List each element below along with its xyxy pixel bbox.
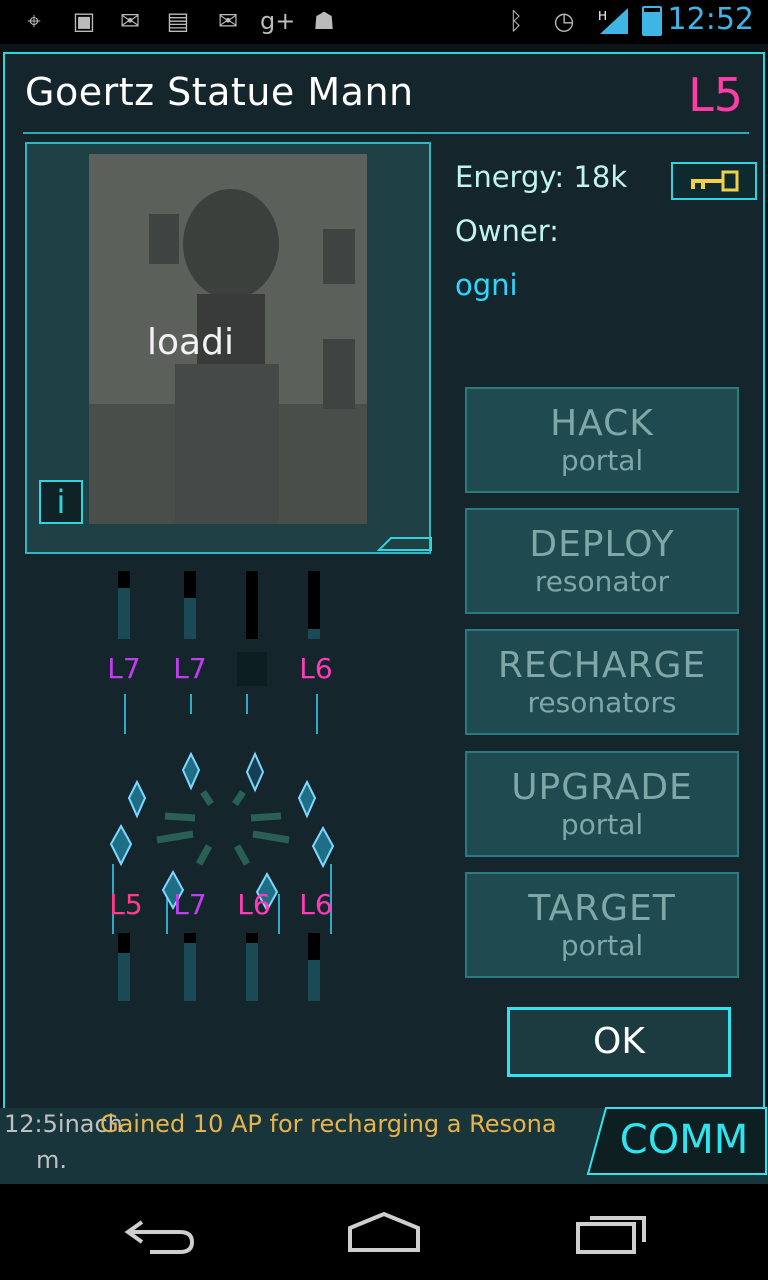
action-sublabel: portal xyxy=(560,929,644,962)
status-bar: ⌖ ▣ ✉ ▤ ✉ g+ ☗ ᛒ ◷ H 12:52 xyxy=(0,0,768,44)
resonator-energy-bar xyxy=(117,570,131,640)
portal-level: L5 xyxy=(688,68,743,122)
resonator-energy-bar xyxy=(117,932,131,1002)
gmail-icon: ✉ xyxy=(119,7,141,35)
action-label: DEPLOY xyxy=(529,524,675,565)
action-sublabel: portal xyxy=(560,444,644,477)
action-label: RECHARGE xyxy=(497,645,707,686)
resonator-level-label: L7 xyxy=(107,652,141,685)
resonator-level-label: L7 xyxy=(173,888,207,921)
gmail-icon: ✉ xyxy=(217,7,239,35)
action-sublabel: resonator xyxy=(534,565,670,598)
deploy-resonator-button[interactable]: DEPLOY resonator xyxy=(465,508,739,614)
android-icon: ☗ xyxy=(313,7,335,35)
key-icon xyxy=(691,170,739,192)
signal-icon: H xyxy=(598,8,628,34)
resonator-energy-bar xyxy=(307,932,321,1002)
target-portal-button[interactable]: TARGET portal xyxy=(465,872,739,978)
portal-dialog: Goertz Statue Mann L5 loadi i Energy: 18… xyxy=(3,52,765,1112)
resonator-energy-bar xyxy=(245,570,259,640)
resonator-energy-bar xyxy=(183,570,197,640)
action-label: HACK xyxy=(550,403,654,444)
action-sublabel: portal xyxy=(560,808,644,841)
clock: 12:52 xyxy=(667,2,754,37)
resonator-level-label: L5 xyxy=(109,888,143,921)
recent-apps-icon[interactable] xyxy=(572,1208,652,1256)
resonator-energy-bar xyxy=(183,932,197,1002)
comm-message: Gained 10 AP for recharging a Resona xyxy=(100,1110,557,1138)
recharge-resonators-button[interactable]: RECHARGE resonators xyxy=(465,629,739,735)
energy-label: Energy: xyxy=(455,160,565,194)
signal-network-label: H xyxy=(598,9,607,23)
owner-label: Owner: xyxy=(455,214,559,248)
comm-button[interactable]: COMM xyxy=(600,1106,768,1174)
resonator-level-label: L7 xyxy=(173,652,207,685)
title-divider xyxy=(23,132,749,134)
resonator-crystal xyxy=(181,751,201,791)
alarm-icon: ◷ xyxy=(553,7,575,35)
resonator-energy-bar xyxy=(307,570,321,640)
frame-corner-accent xyxy=(377,537,432,551)
empty-resonator-slot xyxy=(237,652,267,686)
energy-value: 18k xyxy=(573,160,628,194)
home-icon[interactable] xyxy=(344,1208,424,1256)
gps-icon: ⌖ xyxy=(27,7,41,35)
owner-name[interactable]: ogni xyxy=(455,268,518,302)
energy-readout: Energy: 18k xyxy=(455,160,627,194)
ok-button[interactable]: OK xyxy=(507,1007,731,1077)
resonator-level-label: L6 xyxy=(299,888,333,921)
info-button[interactable]: i xyxy=(39,480,83,524)
action-label: TARGET xyxy=(528,888,676,929)
talk-icon: ▤ xyxy=(166,7,190,35)
loading-text: loadi xyxy=(147,322,234,363)
portal-image-frame[interactable]: loadi i xyxy=(25,142,431,554)
action-sublabel: resonators xyxy=(527,686,677,719)
google-plus-icon: g+ xyxy=(260,7,296,35)
upgrade-portal-button[interactable]: UPGRADE portal xyxy=(465,751,739,857)
navigation-bar xyxy=(0,1184,768,1280)
resonator-level-label: L6 xyxy=(237,888,271,921)
action-label: UPGRADE xyxy=(511,767,693,808)
gallery-icon: ▣ xyxy=(72,7,96,35)
bluetooth-icon: ᛒ xyxy=(508,7,524,35)
resonator-energy-bar xyxy=(245,932,259,1002)
resonator-level-label: L6 xyxy=(299,652,333,685)
key-button[interactable] xyxy=(671,162,757,200)
portal-title: Goertz Statue Mann xyxy=(25,70,414,114)
hack-portal-button[interactable]: HACK portal xyxy=(465,387,739,493)
battery-icon xyxy=(642,6,662,36)
comm-message-continued: m. xyxy=(36,1146,68,1174)
back-icon[interactable] xyxy=(120,1208,200,1256)
